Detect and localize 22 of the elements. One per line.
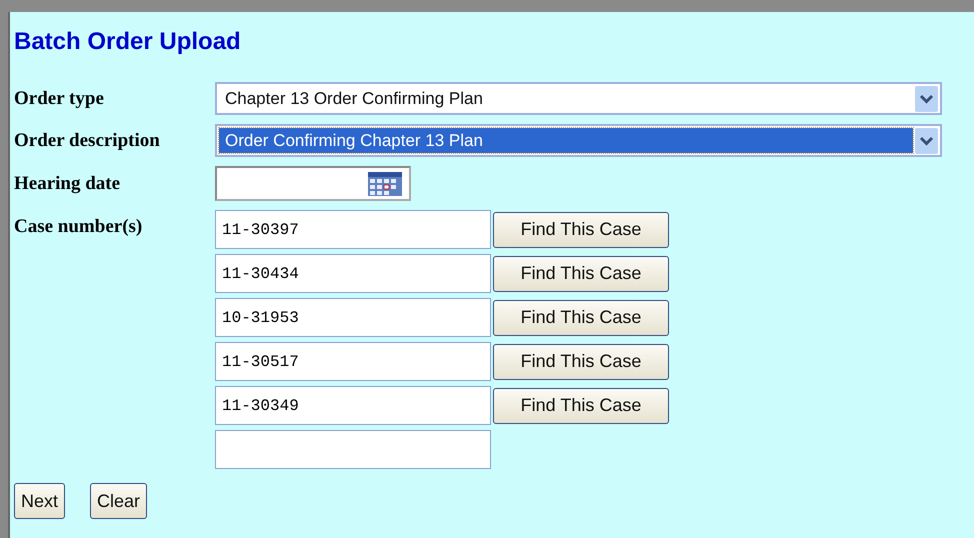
find-case-button[interactable]: Find This Case [493,300,669,336]
case-number-field[interactable]: 10-31953 [215,298,491,337]
find-case-button[interactable]: Find This Case [493,212,669,248]
case-number-field[interactable]: 11-30397 [215,210,491,249]
field-label: Order description [14,130,161,152]
case-number-field[interactable]: 11-30434 [215,254,491,293]
find-case-button[interactable]: Find This Case [493,256,669,292]
case-number-field[interactable] [215,430,491,469]
date-field[interactable] [215,166,411,201]
field-label: Case number(s) [14,215,144,238]
case-number-field[interactable]: 11-30349 [215,386,491,425]
calendar-icon[interactable] [367,170,403,196]
action-button[interactable]: Next [14,483,66,519]
action-button[interactable]: Clear [90,483,148,519]
find-case-button[interactable]: Find This Case [493,388,669,424]
dropdown[interactable]: Chapter 13 Order Confirming Plan [215,82,942,115]
case-number-field[interactable]: 11-30517 [215,342,491,381]
dropdown[interactable]: Order Confirming Chapter 13 Plan [215,124,942,157]
field-label: Hearing date [14,172,122,194]
page-title: Batch Order Upload [14,27,242,57]
find-case-button[interactable]: Find This Case [493,344,669,380]
field-label: Order type [14,88,105,110]
